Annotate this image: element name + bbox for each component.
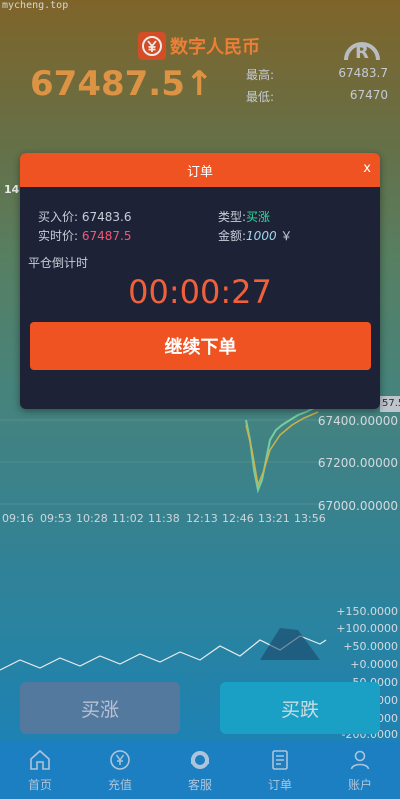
continue-order-button[interactable]: 继续下单 — [30, 322, 371, 370]
amount-row: 金额:1000 ￥ — [218, 227, 292, 244]
countdown-timer: 00:00:27 — [128, 273, 272, 311]
realtime-price-value: 67487.5 — [81, 229, 132, 243]
countdown-label: 平仓倒计时 — [28, 256, 89, 270]
type-value: 买涨 — [246, 210, 271, 224]
buy-price-row: 买入价: 67483.6 — [38, 208, 132, 225]
amount-label: 金额: — [218, 229, 247, 243]
modal-title: 订单 — [186, 164, 213, 180]
modal-header: 订单 x — [20, 153, 380, 187]
buy-price-label: 买入价: — [38, 210, 79, 224]
type-label: 类型: — [218, 210, 247, 224]
type-row: 类型:买涨 — [218, 208, 270, 225]
buy-price-value: 67483.6 — [81, 210, 132, 224]
realtime-price-row: 实时价: 67487.5 — [38, 227, 132, 244]
currency-symbol: ￥ — [280, 229, 293, 243]
close-button[interactable]: x — [363, 161, 371, 176]
order-modal: 订单 x 买入价: 67483.6 实时价: 67487.5 类型:买涨 金额:… — [20, 153, 380, 409]
realtime-price-label: 实时价: — [38, 229, 79, 243]
amount-value: 1000 — [246, 229, 277, 243]
